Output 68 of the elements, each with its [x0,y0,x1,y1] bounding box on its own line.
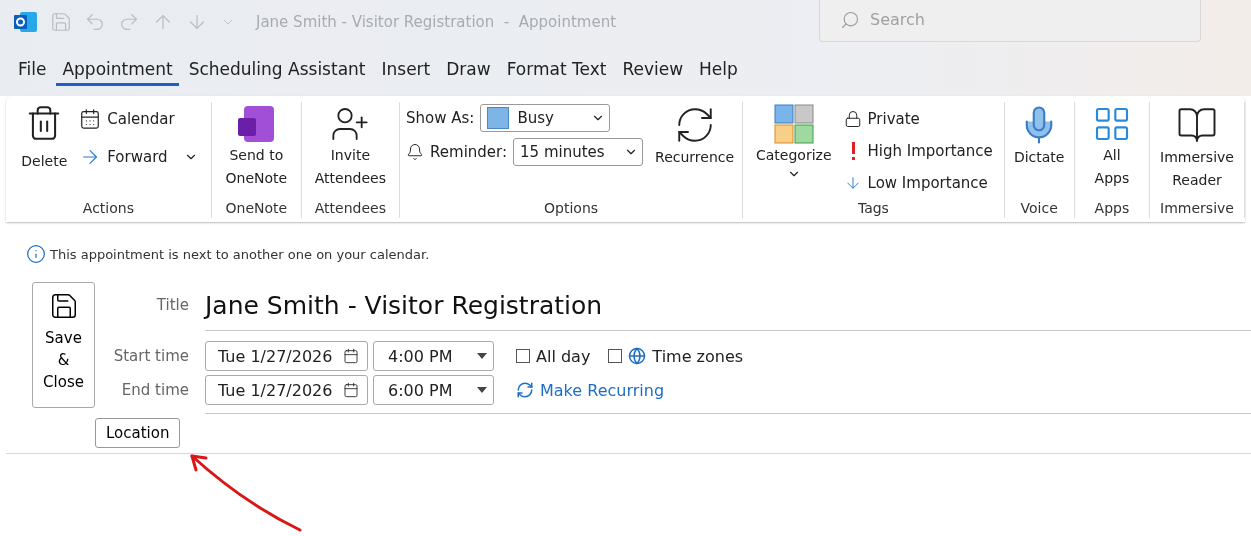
calendar-icon [343,382,359,398]
checkbox-label: Time zones [652,346,744,366]
make-recurring-link[interactable]: Make Recurring [516,380,665,400]
ribbon-tab[interactable]: Draw [440,52,497,86]
title-field[interactable]: Jane Smith - Visitor Registration [205,290,603,320]
save-icon [50,11,72,33]
group-label: Apps [1094,200,1130,218]
category-grid-icon [773,104,814,144]
show-as-dropdown[interactable]: Busy [480,104,611,132]
location-button[interactable]: Location [95,418,181,448]
low-importance-button[interactable]: Low Importance [843,168,993,198]
private-button[interactable]: Private [843,104,993,134]
lock-icon [843,110,862,128]
info-message: This appointment is next to another one on your calendar. [50,246,430,262]
field-label: Title [155,296,189,314]
ribbon-tab[interactable]: Review [616,52,690,86]
calendar-button[interactable]: Calendar [79,104,198,134]
save-close-button[interactable]: Save & Close [32,282,95,408]
categorize-button[interactable]: Categorize [754,104,834,181]
group-label: Actions [82,200,134,218]
date-field[interactable]: Tue 1/27/2026 [205,375,368,405]
ribbon-tab[interactable]: File [12,52,53,86]
info-icon [26,244,46,264]
recurrence-button[interactable]: Recurrence [653,104,737,169]
forward-button[interactable]: Forward [79,142,198,172]
window-title: Jane Smith - Visitor Registration - Appointment [256,13,617,31]
ribbon-tab[interactable]: Appointment [56,52,179,86]
group-label: Voice [1020,200,1058,218]
field-label: End time [120,381,189,399]
exclamation-icon [851,142,855,160]
group-label: OneNote [225,200,288,218]
show-as-label: Show As: [406,109,475,127]
globe-icon [628,347,647,365]
time-dropdown[interactable]: 6:00 PM [373,375,494,405]
calendar-icon [79,108,102,130]
immersive-reader-button[interactable]: Immersive Reader [1158,104,1236,192]
field-label: Start time [112,347,189,365]
group-label: Attendees [314,200,386,218]
invite-attendees-button[interactable]: Invite Attendees [312,104,388,190]
group-label: Immersive [1160,200,1234,218]
checkbox[interactable] [516,349,530,363]
ribbon-tab[interactable]: Help [693,52,744,86]
search-icon [840,9,860,30]
reminder-label: Reminder: [430,143,508,161]
reminder-dropdown[interactable]: 15 minutes [513,138,644,166]
undo-icon [84,11,106,33]
dropdown-arrow-icon [477,387,487,393]
ribbon-tab[interactable]: Insert [375,52,437,86]
recurring-icon [516,381,534,399]
dropdown-arrow-icon [477,353,487,359]
time-dropdown[interactable]: 4:00 PM [373,341,494,371]
group-label: Tags [857,200,889,218]
calendar-icon [343,348,359,364]
onenote-icon [236,104,277,144]
dictate-button[interactable]: Dictate [1011,104,1067,169]
redo-icon [118,11,140,33]
group-label: Options [544,200,599,218]
send-to-onenote-button[interactable]: Send to OneNote [223,104,290,190]
bell-icon [406,143,425,161]
checkbox-label: All day [536,346,591,366]
all-apps-button[interactable]: All Apps [1089,104,1134,190]
delete-button[interactable]: Delete [19,104,70,173]
checkbox[interactable] [608,349,623,363]
high-importance-button[interactable]: High Importance [843,136,993,166]
app-logo-icon [14,11,38,33]
date-field[interactable]: Tue 1/27/2026 [205,341,368,371]
ribbon-tab[interactable]: Scheduling Assistant [182,52,372,86]
ribbon-tab[interactable]: Format Text [500,52,613,86]
